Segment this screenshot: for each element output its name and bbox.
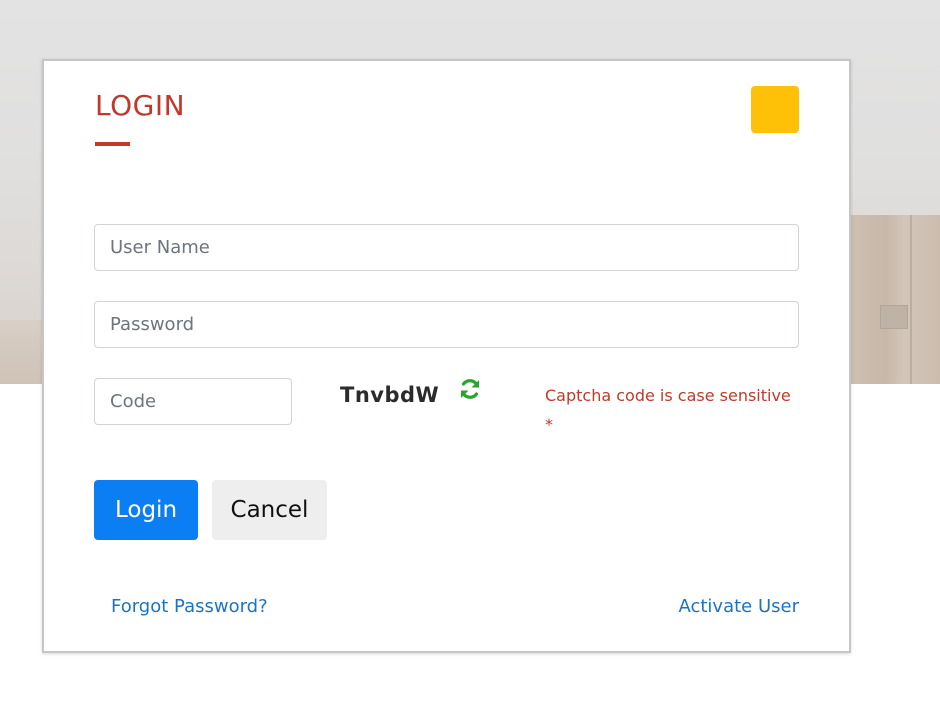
title-underline (95, 142, 130, 146)
username-input[interactable] (94, 224, 799, 271)
refresh-icon[interactable] (458, 377, 482, 401)
login-title: LOGIN (95, 89, 186, 122)
login-card: LOGIN TnvbdW Captcha code is case sensit… (42, 59, 851, 653)
captcha-code-input[interactable] (94, 378, 292, 425)
activate-user-link[interactable]: Activate User (678, 596, 799, 617)
logo (751, 86, 799, 133)
captcha-case-note: Captcha code is case sensitive (545, 386, 791, 405)
password-input[interactable] (94, 301, 799, 348)
background-building-right (850, 215, 940, 384)
captcha-image: TnvbdW (340, 383, 440, 407)
cancel-button[interactable]: Cancel (212, 480, 327, 540)
forgot-password-link[interactable]: Forgot Password? (111, 596, 268, 617)
required-marker: * (545, 415, 553, 434)
background-building-left (0, 320, 44, 384)
login-button[interactable]: Login (94, 480, 198, 540)
